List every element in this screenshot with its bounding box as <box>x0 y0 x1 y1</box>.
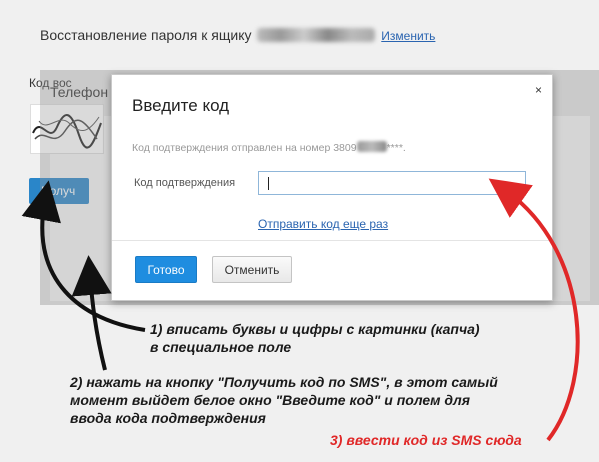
annotation-step-1-line-2: в специальное поле <box>150 339 292 355</box>
arrow-to-button <box>71 255 112 371</box>
arrow-to-code-input <box>488 178 580 442</box>
annotation-step-2-line-1: 2) нажать на кнопку "Получить код по SMS… <box>70 374 498 390</box>
annotation-step-2-line-2: момент выйдет белое окно "Введите код" и… <box>70 392 471 408</box>
annotation-step-1-line-1: 1) вписать буквы и цифры с картинки (кап… <box>150 321 480 337</box>
annotation-step-2-line-3: ввода кода подтверждения <box>70 410 266 426</box>
annotation-step-3: 3) ввести код из SMS сюда <box>330 432 522 448</box>
annotation-step-2: 2) нажать на кнопку "Получить код по SMS… <box>70 373 498 427</box>
annotation-step-1: 1) вписать буквы и цифры с картинки (кап… <box>150 320 480 356</box>
